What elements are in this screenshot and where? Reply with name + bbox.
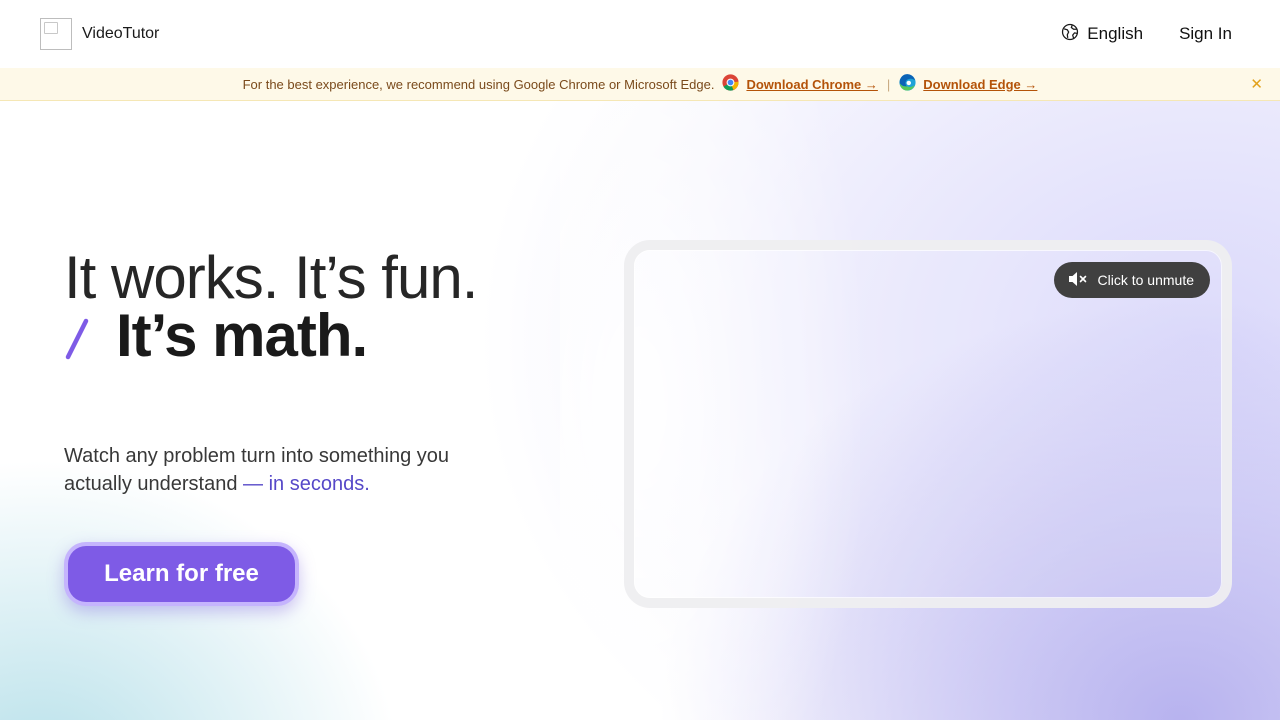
edge-icon [899,74,916,94]
browser-banner: For the best experience, we recommend us… [0,68,1280,101]
headline-emphasis: It’s math. [116,302,368,369]
close-icon[interactable]: ✕ [1250,75,1263,93]
language-selector[interactable]: English [1061,23,1143,46]
page: VideoTutor English Sign In For the best … [0,0,1280,720]
unmute-button[interactable]: Click to unmute [1053,262,1210,298]
video-surface[interactable] [634,250,1222,598]
hero-headline: It works. It’s fun. It’s math. [64,244,478,366]
download-chrome-link[interactable]: Download Chrome → [722,74,878,94]
sign-in-link[interactable]: Sign In [1179,24,1232,44]
speaker-muted-icon [1068,270,1088,291]
hero-subtext: Watch any problem turn into something yo… [64,442,484,498]
headline-line-2: It’s math. [64,306,477,366]
learn-for-free-button[interactable]: Learn for free [64,542,299,606]
video-player[interactable]: Click to unmute [624,240,1232,608]
download-chrome-label: Download Chrome → [746,76,878,92]
headline-line-1: It works. It’s fun. [64,244,478,311]
slash-accent-icon [65,318,89,360]
unmute-label: Click to unmute [1097,272,1194,288]
brand-name[interactable]: VideoTutor [82,25,159,43]
banner-message: For the best experience, we recommend us… [242,76,715,92]
chrome-icon [722,74,740,94]
download-edge-label: Download Edge → [923,76,1038,92]
site-header: VideoTutor English Sign In [0,0,1280,68]
brand-logo-image[interactable] [40,18,72,50]
download-edge-link[interactable]: Download Edge → [899,74,1037,94]
globe-icon [1061,23,1079,46]
brand[interactable]: VideoTutor [40,18,159,50]
banner-separator: | [886,76,891,92]
language-label: English [1087,24,1144,43]
subtext-accent: — in seconds. [243,473,370,495]
header-actions: English Sign In [1061,23,1232,46]
